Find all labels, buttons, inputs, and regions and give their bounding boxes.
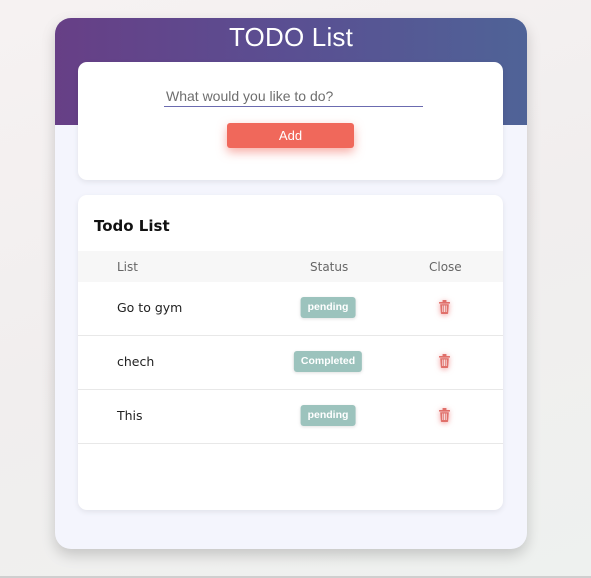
column-header-status: Status xyxy=(310,260,349,274)
app-title: TODO List xyxy=(228,22,354,52)
table-row: chech Completed xyxy=(78,336,503,390)
add-button[interactable]: Add xyxy=(227,123,354,148)
trash-icon[interactable] xyxy=(439,300,450,314)
list-title: Todo List xyxy=(94,217,170,235)
todo-app-card: TODO List Add Todo List List Status Clos… xyxy=(55,18,527,549)
status-badge[interactable]: Completed xyxy=(293,351,363,372)
trash-icon[interactable] xyxy=(439,354,450,368)
todo-text: This xyxy=(117,408,143,423)
column-header-list: List xyxy=(117,260,138,274)
todo-list-card: Todo List List Status Close Go to gym pe… xyxy=(78,195,503,510)
todo-text: Go to gym xyxy=(117,300,183,315)
table-row: Go to gym pending xyxy=(78,282,503,336)
status-badge[interactable]: pending xyxy=(300,297,356,318)
status-badge[interactable]: pending xyxy=(300,405,356,426)
add-todo-form: Add xyxy=(78,62,503,180)
todo-input[interactable] xyxy=(164,85,423,107)
table-header: List Status Close xyxy=(78,251,503,282)
column-header-close: Close xyxy=(429,260,462,274)
trash-icon[interactable] xyxy=(439,408,450,422)
todo-text: chech xyxy=(117,354,155,369)
table-row: This pending xyxy=(78,390,503,444)
